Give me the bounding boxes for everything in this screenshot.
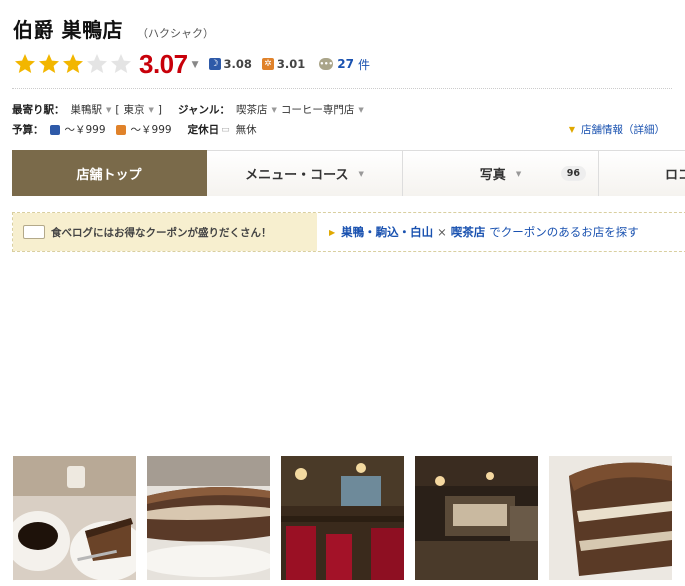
lunch-score: ✲ 3.01 — [261, 57, 306, 71]
store-detail-label: 店舗情報（詳細） — [581, 124, 665, 136]
store-detail-link[interactable]: ▼ 店舗情報（詳細） — [569, 122, 665, 137]
coupon-search-link[interactable]: ▶ 巣鴨・駒込・白山 × 喫茶店 でクーポンのあるお店を探す — [317, 213, 639, 251]
chevron-down-icon[interactable]: ▼ — [192, 60, 199, 70]
coupon-promo: 食べログにはお得なクーポンが盛りだくさん！ — [13, 213, 317, 251]
star-empty-icon — [87, 54, 107, 73]
tab-menu-course[interactable]: メニュー・コース ▼ — [207, 150, 403, 196]
tab-photos[interactable]: 写真 ▼ 96 — [403, 150, 599, 196]
sun-icon — [115, 124, 126, 135]
station-label: 最寄り駅： — [12, 104, 65, 116]
photo-chocolate-cake-closeup[interactable] — [549, 456, 672, 580]
chevron-down-icon[interactable]: ▼ — [358, 106, 363, 114]
coupon-area[interactable]: 巣鴨・駒込・白山 — [341, 224, 433, 240]
holiday-value: 無休 — [235, 124, 257, 136]
budget-label: 予算： — [12, 124, 44, 136]
coupon-suffix: でクーポンのあるお店を探す — [489, 225, 639, 239]
ticket-icon — [23, 225, 45, 239]
review-count: 27 — [337, 57, 354, 71]
photo-interior-red-chairs[interactable] — [281, 456, 404, 580]
budget-lunch: ～￥999 — [130, 124, 172, 136]
coupon-promo-text: 食べログにはお得なクーポンが盛りだくさん！ — [51, 226, 272, 239]
restaurant-kana: （ハクシャク） — [136, 27, 214, 40]
star-icon — [15, 54, 35, 73]
divider — [12, 88, 672, 89]
sun-icon: ✲ — [261, 58, 274, 70]
chevron-down-icon: ▼ — [568, 125, 575, 134]
tab-label: 店舗トップ — [76, 168, 142, 183]
budget-night: ～￥999 — [64, 124, 106, 136]
tab-loco[interactable]: ロコ — [599, 150, 685, 196]
night-score: ☽ 3.08 — [208, 57, 252, 71]
moon-icon — [49, 124, 60, 135]
moon-icon: ☽ — [208, 58, 221, 70]
review-unit: 件 — [357, 57, 370, 72]
station-link[interactable]: 巣鴨駅 — [71, 102, 103, 117]
chevron-down-icon[interactable]: ▼ — [271, 106, 276, 114]
restaurant-name: 伯爵 巣鴨店 — [13, 18, 123, 42]
star-icon — [39, 54, 59, 73]
tab-store-top[interactable]: 店舗トップ — [12, 150, 207, 196]
coupon-genre[interactable]: 喫茶店 — [451, 224, 486, 240]
photo-coffee-cake[interactable] — [13, 456, 136, 580]
chevron-right-icon: ▶ — [329, 227, 336, 237]
info-row-location: 最寄り駅： 巣鴨駅 ▼ [ 東京 ▼ ] ジャンル： 喫茶店 ▼ コーヒー専門店… — [12, 102, 368, 117]
chevron-down-icon: ▼ — [358, 169, 364, 178]
info-row-budget: 予算： ～￥999 ～￥999 定休日 ▭ 無休 — [12, 122, 257, 137]
area-bracket-open: [ — [115, 103, 120, 116]
restaurant-header: 伯爵 巣鴨店 （ハクシャク） — [13, 14, 214, 43]
tab-bar: 店舗トップ メニュー・コース ▼ 写真 ▼ 96 ロコ — [12, 150, 685, 196]
coupon-banner: 食べログにはお得なクーポンが盛りだくさん！ ▶ 巣鴨・駒込・白山 × 喫茶店 で… — [12, 212, 685, 252]
photo-strip — [13, 456, 672, 580]
area-link[interactable]: 東京 — [124, 102, 145, 117]
rating-score[interactable]: 3.07 — [139, 49, 188, 80]
tab-label: メニュー・コース — [245, 168, 349, 183]
speech-bubble-icon: ••• — [319, 58, 334, 70]
chevron-down-icon[interactable]: ▼ — [149, 106, 154, 114]
genre-label: ジャンル： — [178, 104, 230, 116]
star-rating — [13, 52, 133, 76]
genre-link-1[interactable]: 喫茶店 — [236, 102, 268, 117]
star-icon — [63, 54, 83, 73]
area-bracket-close: ] — [157, 103, 162, 116]
tab-label: ロコ — [665, 168, 685, 183]
star-empty-icon — [111, 54, 131, 73]
review-count-link[interactable]: ••• 27 件 — [319, 56, 370, 73]
night-score-value: 3.08 — [223, 57, 252, 71]
holiday-label: 定休日 — [187, 124, 220, 136]
tab-label: 写真 — [479, 168, 506, 183]
photo-interior-counter[interactable] — [415, 456, 538, 580]
genre-link-2[interactable]: コーヒー専門店 — [281, 102, 355, 117]
photo-chocolate-cake-slice[interactable] — [147, 456, 270, 580]
chevron-down-icon[interactable]: ▼ — [106, 106, 111, 114]
lunch-score-value: 3.01 — [276, 57, 306, 71]
coupon-times: × — [437, 225, 447, 239]
comment-icon: ▭ — [221, 124, 230, 135]
photo-count-badge: 96 — [560, 166, 586, 181]
chevron-down-icon: ▼ — [515, 169, 522, 178]
rating-row: 3.07 ▼ ☽ 3.08 ✲ 3.01 ••• 27 件 — [13, 49, 370, 80]
